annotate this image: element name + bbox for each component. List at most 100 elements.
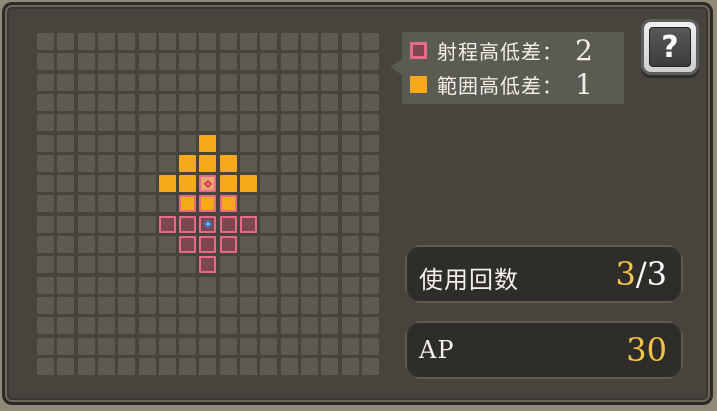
usage-max: 3 bbox=[646, 255, 667, 293]
help-button[interactable]: ? bbox=[641, 19, 699, 75]
grid-cell bbox=[77, 134, 95, 152]
grid-cell bbox=[219, 33, 237, 50]
grid-cell bbox=[97, 33, 115, 50]
grid-cell-area bbox=[219, 154, 237, 172]
grid-cell bbox=[199, 357, 217, 375]
grid-cell bbox=[260, 317, 278, 335]
grid-cell-range bbox=[219, 215, 237, 233]
grid-cell bbox=[361, 33, 379, 50]
grid-cell bbox=[158, 114, 176, 132]
grid-cell bbox=[321, 175, 339, 193]
grid-cell bbox=[260, 195, 278, 213]
grid-cell bbox=[57, 175, 75, 193]
grid-cell-area bbox=[158, 175, 176, 193]
grid-cell bbox=[219, 337, 237, 355]
grid-cell bbox=[118, 337, 136, 355]
grid-cell bbox=[179, 93, 197, 111]
grid-cell bbox=[199, 114, 217, 132]
ap-box: AP 30 bbox=[405, 321, 683, 379]
grid-cell bbox=[158, 276, 176, 294]
range-grid bbox=[37, 33, 383, 379]
grid-cell bbox=[199, 33, 217, 50]
grid-cell bbox=[240, 256, 257, 274]
grid-cell bbox=[300, 357, 318, 375]
grid-cell bbox=[37, 317, 54, 335]
grid-cell bbox=[57, 296, 75, 314]
grid-cell bbox=[260, 114, 278, 132]
grid-cell bbox=[280, 73, 298, 91]
grid-cell bbox=[179, 337, 197, 355]
grid-cell bbox=[138, 256, 156, 274]
grid-cell bbox=[260, 215, 278, 233]
grid-cell bbox=[361, 114, 379, 132]
grid-cell bbox=[37, 154, 54, 172]
grid-cell bbox=[97, 53, 115, 71]
grid-cell bbox=[57, 73, 75, 91]
grid-cell bbox=[118, 317, 136, 335]
grid-cell bbox=[280, 236, 298, 253]
ap-label: AP bbox=[419, 336, 455, 364]
grid-cell bbox=[77, 276, 95, 294]
grid-cell bbox=[300, 337, 318, 355]
grid-cell bbox=[37, 276, 54, 294]
grid-cell bbox=[158, 317, 176, 335]
grid-cell bbox=[199, 276, 217, 294]
grid-cell bbox=[37, 236, 54, 253]
grid-cell bbox=[240, 276, 257, 294]
grid-cell bbox=[300, 154, 318, 172]
grid-cell bbox=[300, 195, 318, 213]
target-marker-icon bbox=[203, 179, 213, 188]
grid-cell bbox=[300, 73, 318, 91]
grid-cell bbox=[158, 53, 176, 71]
grid-cell bbox=[361, 236, 379, 253]
grid-cell bbox=[77, 73, 95, 91]
grid-cell bbox=[341, 256, 359, 274]
grid-cell-range bbox=[199, 236, 217, 253]
grid-cell bbox=[118, 33, 136, 50]
grid-cell bbox=[179, 33, 197, 50]
grid-cell bbox=[361, 256, 379, 274]
grid-cell bbox=[321, 195, 339, 213]
grid-cell bbox=[77, 215, 95, 233]
grid-cell bbox=[57, 53, 75, 71]
grid-cell bbox=[57, 357, 75, 375]
grid-cell bbox=[138, 195, 156, 213]
grid-cell bbox=[57, 195, 75, 213]
grid-cell bbox=[37, 114, 54, 132]
grid-cell-range bbox=[158, 215, 176, 233]
grid-cell bbox=[138, 236, 156, 253]
grid-cell bbox=[260, 33, 278, 50]
area-height-label: 範囲高低差： bbox=[437, 73, 563, 98]
grid-cell bbox=[199, 296, 217, 314]
grid-cell bbox=[138, 357, 156, 375]
grid-cell bbox=[280, 296, 298, 314]
grid-cell-area bbox=[219, 175, 237, 193]
grid-cell bbox=[138, 93, 156, 111]
grid-cell bbox=[138, 175, 156, 193]
grid-cell bbox=[179, 256, 197, 274]
grid-cell bbox=[57, 134, 75, 152]
grid-cell bbox=[341, 317, 359, 335]
grid-cell bbox=[97, 296, 115, 314]
grid-cell bbox=[97, 236, 115, 253]
grid-cell bbox=[37, 357, 54, 375]
grid-cell bbox=[138, 73, 156, 91]
grid-cell-range-area bbox=[199, 195, 217, 213]
grid-cell bbox=[97, 93, 115, 111]
grid-cell bbox=[138, 337, 156, 355]
grid-cell bbox=[280, 337, 298, 355]
grid-cell bbox=[219, 134, 237, 152]
grid-cell bbox=[240, 195, 257, 213]
grid-cell bbox=[300, 296, 318, 314]
usage-count-value: 3/3 bbox=[616, 255, 668, 293]
grid-cell-range bbox=[219, 236, 237, 253]
grid-cell bbox=[57, 215, 75, 233]
grid-cell bbox=[138, 154, 156, 172]
ap-value: 30 bbox=[626, 331, 667, 369]
grid-cell bbox=[219, 296, 237, 314]
grid-cell bbox=[260, 236, 278, 253]
grid-cell bbox=[300, 53, 318, 71]
range-swatch-icon bbox=[410, 41, 427, 59]
grid-cell bbox=[219, 53, 237, 71]
grid-cell bbox=[321, 357, 339, 375]
